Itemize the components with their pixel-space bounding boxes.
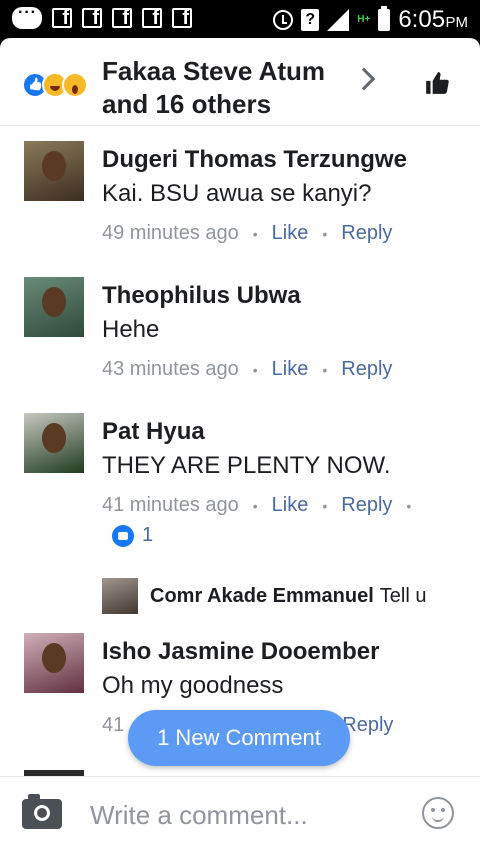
signal-icon bbox=[327, 9, 350, 31]
comment-time: 41 minutes ago bbox=[102, 494, 239, 516]
avatar[interactable] bbox=[24, 141, 84, 201]
battery-icon bbox=[378, 6, 391, 31]
status-bar: ? H+ 6:05 PM bbox=[0, 0, 480, 38]
chat-notification-icon bbox=[12, 4, 42, 29]
reply-author[interactable]: Comr Akade Emmanuel bbox=[150, 585, 374, 608]
comment-author[interactable]: Pat Hyua bbox=[102, 418, 205, 446]
comment-input[interactable] bbox=[90, 795, 390, 835]
reply-link[interactable]: Reply bbox=[341, 494, 392, 517]
avatar[interactable] bbox=[24, 633, 84, 693]
comment-author[interactable]: Dugeri Thomas Terzungwe bbox=[102, 146, 407, 174]
comment-text: THEY ARE PLENTY NOW. bbox=[102, 452, 391, 479]
comment-text: Oh my goodness bbox=[102, 672, 284, 699]
camera-icon[interactable] bbox=[22, 794, 62, 829]
like-link[interactable]: Like bbox=[272, 494, 309, 517]
clock-ampm: PM bbox=[445, 14, 469, 31]
separator-dot: • bbox=[252, 497, 258, 514]
like-badge-icon bbox=[112, 524, 134, 547]
separator-dot: • bbox=[322, 225, 328, 242]
reactors-summary[interactable]: Fakaa Steve Atum and 16 others bbox=[102, 55, 325, 121]
reply-link[interactable]: Reply bbox=[341, 222, 392, 245]
comment-time: 41 bbox=[102, 714, 125, 736]
reaction-icons bbox=[22, 72, 88, 98]
separator-dot: • bbox=[322, 361, 328, 378]
like-link[interactable]: Like bbox=[272, 358, 309, 381]
separator-dot: • bbox=[322, 497, 328, 514]
network-type-label: H+ bbox=[357, 14, 371, 25]
sim-unknown-icon: ? bbox=[301, 9, 320, 31]
reactors-line-1: Fakaa Steve Atum bbox=[102, 56, 326, 86]
separator-dot: • bbox=[252, 361, 258, 378]
reactors-line-2: and 16 others bbox=[102, 89, 272, 119]
thumbs-up-icon[interactable] bbox=[424, 70, 450, 96]
comment-meta: 41 minutes ago • Like • Reply • bbox=[102, 494, 425, 517]
comment-text: Kai. BSU awua se kanyi? bbox=[102, 180, 372, 207]
comment-meta: 49 minutes ago • Like • Reply bbox=[102, 222, 392, 245]
clock-time: 6:05 bbox=[398, 6, 446, 33]
reply-text: Tell u bbox=[379, 584, 427, 607]
avatar[interactable] bbox=[102, 578, 138, 614]
chevron-right-icon[interactable] bbox=[352, 67, 376, 91]
comment-time: 43 minutes ago bbox=[102, 358, 239, 380]
comment-composer bbox=[0, 776, 480, 854]
avatar[interactable] bbox=[24, 277, 84, 337]
facebook-notification-icon bbox=[112, 8, 132, 28]
reply-link[interactable]: Reply bbox=[342, 714, 393, 737]
facebook-notification-icon bbox=[142, 8, 162, 28]
new-comment-button[interactable]: 1 New Comment bbox=[128, 710, 350, 766]
comment-time: 49 minutes ago bbox=[102, 222, 239, 244]
comment-author[interactable]: Theophilus Ubwa bbox=[102, 282, 301, 310]
facebook-notification-icon bbox=[52, 8, 72, 28]
facebook-notification-icon bbox=[172, 8, 192, 28]
sticker-icon[interactable] bbox=[422, 797, 454, 829]
comment-meta: 43 minutes ago • Like • Reply bbox=[102, 358, 392, 381]
separator-dot: • bbox=[406, 497, 412, 514]
separator-dot: • bbox=[252, 225, 258, 242]
like-count: 1 bbox=[142, 524, 154, 546]
avatar[interactable] bbox=[24, 413, 84, 473]
comment-author[interactable]: Isho Jasmine Dooember bbox=[102, 638, 379, 666]
like-link[interactable]: Like bbox=[272, 222, 309, 245]
comments-sheet: Fakaa Steve Atum and 16 others Dugeri Th… bbox=[0, 38, 480, 854]
reply-preview[interactable]: Comr Akade Emmanuel Tell u bbox=[102, 578, 426, 614]
alarm-icon bbox=[273, 10, 294, 30]
comment-text: Hehe bbox=[102, 316, 160, 343]
wow-reaction-icon bbox=[62, 72, 88, 98]
facebook-notification-icon bbox=[82, 8, 102, 28]
reactions-header[interactable]: Fakaa Steve Atum and 16 others bbox=[0, 38, 480, 126]
reply-link[interactable]: Reply bbox=[341, 358, 392, 381]
comment-like-count[interactable]: 1 bbox=[112, 524, 153, 547]
